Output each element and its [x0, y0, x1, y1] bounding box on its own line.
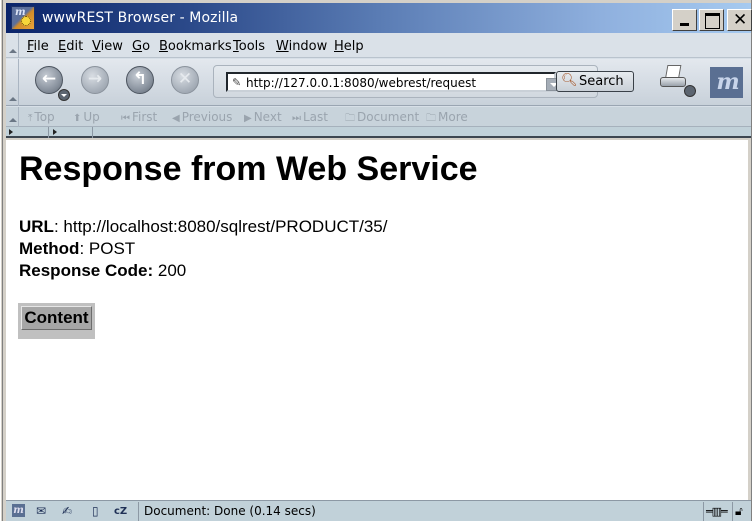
- url-box[interactable]: ✎: [226, 72, 560, 92]
- url-input[interactable]: [246, 75, 536, 91]
- reload-button[interactable]: ↰: [126, 66, 154, 94]
- status-divider: [703, 502, 704, 521]
- forward-button[interactable]: →: [81, 66, 109, 94]
- forward-icon: →: [87, 69, 103, 89]
- back-icon: ←: [41, 69, 57, 89]
- folder-icon: 🗀: [426, 113, 436, 124]
- site-nav-label: Previous: [181, 110, 233, 124]
- composer-icon[interactable]: ✍: [62, 504, 72, 518]
- url-bar-container: ✎: [213, 65, 598, 98]
- browser-window: m wwwREST Browser - Mozilla ✕ File Edit …: [0, 0, 752, 521]
- page-title: Response from Web Service: [19, 150, 478, 188]
- site-nav-document[interactable]: 🗀 Document: [345, 110, 419, 128]
- previous-icon: ◀: [172, 113, 180, 124]
- response-code-row: Response Code: 200: [19, 260, 388, 282]
- menu-help[interactable]: Help: [334, 39, 364, 54]
- site-nav-label: Document: [357, 110, 420, 124]
- site-nav-previous[interactable]: ◀ Previous: [172, 110, 232, 124]
- menu-bar: File Edit View Go Bookmarks Tools Window…: [6, 33, 751, 58]
- title-bar[interactable]: m wwwREST Browser - Mozilla ✕: [6, 3, 752, 33]
- security-unlocked-icon[interactable]: 🔓︎: [735, 504, 743, 519]
- menu-view[interactable]: View: [92, 39, 123, 54]
- site-navigation-bar: ⤒ Top ⬆ Up ⏮ First ◀ Previous ▶ Next ⏭ Last 🗀 D…: [6, 107, 751, 127]
- expand-toolbar-tab[interactable]: [6, 127, 49, 138]
- menu-window[interactable]: Window: [276, 39, 327, 54]
- minimize-button[interactable]: [672, 9, 697, 31]
- menu-edit[interactable]: Edit: [58, 39, 83, 54]
- site-nav-label: Next: [253, 110, 282, 124]
- online-connection-icon[interactable]: ═▥═: [706, 505, 728, 518]
- maximize-button[interactable]: [699, 9, 724, 31]
- magnifier-icon: 🔍︎: [561, 73, 578, 88]
- site-nav-label: More: [438, 110, 468, 124]
- expand-toolbar-tab[interactable]: [50, 127, 93, 138]
- top-icon: ⤒: [28, 113, 33, 124]
- site-nav-grip[interactable]: [6, 107, 19, 127]
- site-nav-label: First: [132, 110, 158, 124]
- url-label: URL: [19, 217, 54, 236]
- url-value: : http://localhost:8080/sqlrest/PRODUCT/…: [53, 217, 388, 236]
- stop-icon: ✕: [177, 69, 193, 89]
- address-book-icon[interactable]: ▯: [92, 504, 99, 518]
- navigation-toolbar: ← → ↰ ✕ ✎ 🔍︎ Search m: [6, 59, 751, 106]
- site-nav-label: Last: [303, 110, 328, 124]
- status-bar: m ✉ ✍ ▯ cZ Document: Done (0.14 secs) ═▥…: [6, 500, 751, 521]
- method-label: Method: [19, 239, 80, 258]
- content-heading-box: Content: [18, 303, 95, 339]
- menu-tools[interactable]: Tools: [233, 39, 265, 54]
- last-icon: ⏭: [292, 113, 301, 124]
- method-row: Method: POST: [19, 238, 388, 260]
- search-button[interactable]: 🔍︎ Search: [556, 71, 634, 92]
- status-divider: [138, 502, 139, 521]
- site-nav-label: Top: [34, 110, 55, 124]
- method-value: : POST: [79, 239, 136, 258]
- status-text: Document: Done (0.14 secs): [144, 504, 316, 518]
- mail-icon[interactable]: ✉: [36, 504, 46, 518]
- close-icon: ✕: [733, 10, 748, 30]
- content-heading: Content: [21, 306, 92, 330]
- up-icon: ⬆: [73, 113, 82, 124]
- response-info: URL: http://localhost:8080/sqlrest/PRODU…: [19, 216, 388, 282]
- next-icon: ▶: [244, 113, 252, 124]
- irc-chat-icon[interactable]: cZ: [114, 506, 127, 517]
- site-nav-label: Up: [83, 110, 100, 124]
- response-code-value: 200: [153, 261, 187, 280]
- mozilla-app-icon[interactable]: m: [11, 6, 35, 30]
- menu-file[interactable]: File: [27, 39, 49, 54]
- window-title: wwwREST Browser - Mozilla: [42, 10, 239, 26]
- search-button-label: Search: [579, 74, 624, 89]
- navbar-grip[interactable]: [6, 59, 19, 106]
- close-button[interactable]: ✕: [727, 9, 752, 31]
- first-icon: ⏮: [121, 113, 130, 124]
- print-dropdown-icon[interactable]: [684, 85, 696, 97]
- mozilla-logo[interactable]: m: [710, 67, 743, 98]
- response-code-label: Response Code:: [19, 261, 154, 280]
- page-content: Response from Web Service URL: http://lo…: [6, 140, 748, 500]
- menu-go[interactable]: Go: [132, 39, 150, 54]
- folder-icon: 🗀: [345, 113, 355, 124]
- status-divider: [732, 502, 733, 521]
- print-button[interactable]: [658, 65, 696, 97]
- site-nav-last[interactable]: ⏭ Last: [292, 110, 328, 124]
- back-dropdown-icon[interactable]: [58, 89, 70, 101]
- site-nav-first[interactable]: ⏮ First: [121, 110, 157, 124]
- site-nav-next[interactable]: ▶ Next: [244, 110, 282, 124]
- menu-bookmarks[interactable]: Bookmarks: [159, 39, 232, 54]
- reload-icon: ↰: [132, 69, 148, 89]
- page-proxy-icon[interactable]: ✎: [232, 76, 241, 89]
- browser-chrome: File Edit View Go Bookmarks Tools Window…: [6, 33, 751, 138]
- mozilla-navigator-icon[interactable]: m: [12, 504, 25, 517]
- url-row: URL: http://localhost:8080/sqlrest/PRODU…: [19, 216, 388, 238]
- site-nav-top[interactable]: ⤒ Top: [28, 110, 55, 124]
- collapsed-toolbar-strip: [6, 127, 751, 138]
- printer-body: [660, 77, 686, 87]
- site-nav-up[interactable]: ⬆ Up: [73, 110, 100, 124]
- site-nav-more[interactable]: 🗀 More: [426, 110, 468, 128]
- menubar-grip[interactable]: [6, 33, 19, 58]
- stop-button[interactable]: ✕: [171, 66, 199, 94]
